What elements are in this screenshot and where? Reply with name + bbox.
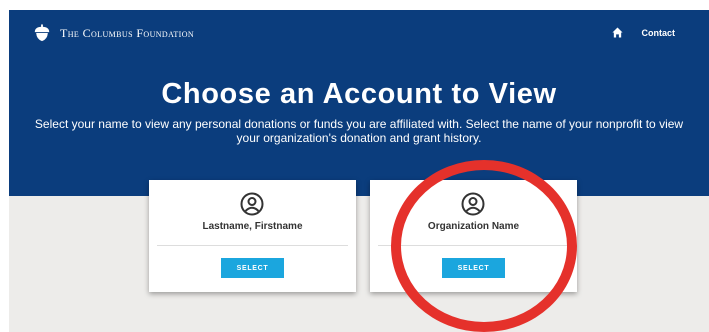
select-button[interactable]: SELECT xyxy=(221,258,284,278)
page-title: Choose an Account to View xyxy=(161,78,557,110)
page: The Columbus Foundation Contact Choose a… xyxy=(9,10,709,332)
select-button[interactable]: SELECT xyxy=(442,258,505,278)
acorn-icon xyxy=(34,24,50,42)
logo-text: The Columbus Foundation xyxy=(60,25,195,40)
divider xyxy=(378,245,569,246)
page-subtitle: Select your name to view any personal do… xyxy=(34,117,684,145)
home-icon[interactable] xyxy=(611,27,623,38)
logo[interactable]: The Columbus Foundation xyxy=(33,24,194,42)
account-card-personal: Lastname, Firstname SELECT xyxy=(149,180,356,292)
divider xyxy=(157,245,348,246)
top-nav: Contact xyxy=(611,27,676,38)
account-name: Lastname, Firstname xyxy=(202,221,303,232)
account-name: Organization Name xyxy=(427,221,520,232)
account-card-organization: Organization Name SELECT xyxy=(370,180,577,292)
contact-link[interactable]: Contact xyxy=(642,28,676,38)
hero-banner: The Columbus Foundation Contact Choose a… xyxy=(9,10,709,196)
user-circle-icon xyxy=(240,192,264,216)
user-circle-icon xyxy=(461,192,485,216)
